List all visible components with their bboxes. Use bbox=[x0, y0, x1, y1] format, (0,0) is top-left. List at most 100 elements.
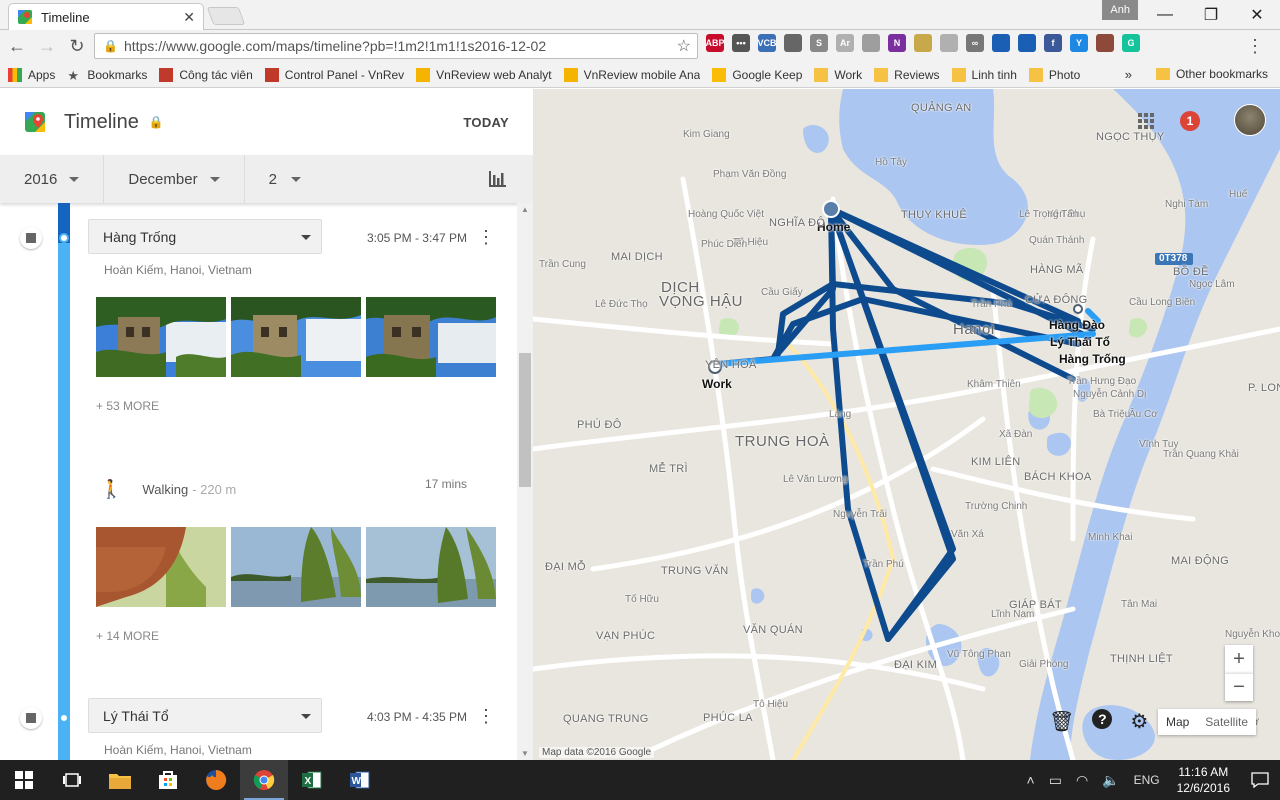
more-photos-link[interactable]: + 53 MORE bbox=[96, 399, 159, 413]
place-select-ly-thai-to[interactable]: Lý Thái Tổ bbox=[88, 698, 322, 733]
file-explorer-icon[interactable] bbox=[96, 760, 144, 800]
place-label-hang-trong[interactable]: Hàng Trống bbox=[1059, 352, 1126, 366]
map-view[interactable]: 0T378 Home Work Hàng Đào Lý Thái Tổ Hàng… bbox=[533, 89, 1280, 760]
reload-icon[interactable]: ↻ bbox=[64, 33, 90, 59]
wifi-icon[interactable]: ◠ bbox=[1069, 772, 1095, 789]
photo-thumbnail[interactable] bbox=[366, 297, 496, 377]
google-maps-logo-icon bbox=[25, 112, 45, 132]
tab-timeline[interactable]: Timeline ✕ bbox=[8, 3, 204, 30]
new-tab-button[interactable] bbox=[206, 7, 246, 25]
chrome-icon[interactable] bbox=[240, 760, 288, 800]
year-select[interactable]: 2016 bbox=[0, 155, 105, 203]
place-label-ly-thai-to[interactable]: Lý Thái Tổ bbox=[1050, 335, 1110, 349]
bookmarks-overflow-icon[interactable]: » bbox=[1125, 67, 1132, 82]
clock[interactable]: 11:16 AM 12/6/2016 bbox=[1167, 764, 1240, 796]
street-label: Vũ Tông Phan bbox=[947, 649, 1011, 660]
bookmark-item[interactable]: ★ Bookmarks bbox=[67, 68, 147, 82]
volume-icon[interactable]: 🔈 bbox=[1095, 772, 1126, 789]
bookmark-item[interactable]: Control Panel - VnRev bbox=[264, 67, 404, 82]
more-photos-link[interactable]: + 14 MORE bbox=[96, 629, 159, 643]
task-view-icon[interactable] bbox=[48, 760, 96, 800]
firefox-icon[interactable] bbox=[192, 760, 240, 800]
avatar[interactable] bbox=[1234, 104, 1266, 136]
bookmark-item[interactable]: VnReview web Analyt bbox=[416, 67, 552, 82]
settings-gear-icon[interactable]: ⚙ bbox=[1130, 709, 1148, 734]
address-bar[interactable]: 🔒 https://www.google.com/maps/timeline?p… bbox=[94, 33, 698, 59]
today-button[interactable]: TODAY bbox=[463, 115, 509, 130]
notifications-badge[interactable]: 1 bbox=[1180, 111, 1200, 131]
action-center-icon[interactable] bbox=[1240, 760, 1280, 800]
store-icon[interactable] bbox=[144, 760, 192, 800]
bookmark-item[interactable]: VnReview mobile Ana bbox=[563, 67, 700, 82]
grammarly-icon[interactable]: G bbox=[1122, 34, 1140, 52]
bookmark-icon[interactable] bbox=[1018, 34, 1036, 52]
bookmark-item[interactable]: Work bbox=[814, 67, 862, 82]
scroll-up-icon[interactable]: ▲ bbox=[521, 205, 529, 214]
month-select[interactable]: December bbox=[104, 155, 245, 203]
start-button-icon[interactable] bbox=[0, 760, 48, 800]
help-icon[interactable]: ? bbox=[1092, 709, 1113, 729]
place-select-hang-trong[interactable]: Hàng Trống bbox=[88, 219, 322, 254]
scrollbar-thumb[interactable] bbox=[519, 353, 531, 487]
tab-close-icon[interactable]: ✕ bbox=[183, 9, 195, 26]
more-options-icon[interactable]: ⋮ bbox=[477, 707, 495, 725]
close-window-icon[interactable]: ✕ bbox=[1234, 0, 1280, 30]
ball-icon[interactable] bbox=[1096, 34, 1114, 52]
y-icon[interactable]: Y bbox=[1070, 34, 1088, 52]
profile-button[interactable]: Anh bbox=[1102, 0, 1138, 20]
restore-icon[interactable]: ❐ bbox=[1188, 0, 1234, 30]
heart-icon[interactable] bbox=[940, 34, 958, 52]
panel-scrollbar[interactable]: ▲ ▼ bbox=[517, 203, 533, 760]
word-icon[interactable]: W bbox=[336, 760, 384, 800]
bookmark-item[interactable]: Google Keep bbox=[712, 67, 802, 82]
photo-thumbnail[interactable] bbox=[366, 527, 496, 607]
link-icon[interactable]: ∞ bbox=[966, 34, 984, 52]
forward-icon[interactable]: → bbox=[34, 33, 60, 59]
other-bookmarks[interactable]: Other bookmarks bbox=[1155, 67, 1268, 81]
back-icon[interactable]: ← bbox=[4, 33, 30, 59]
chevron-up-icon[interactable]: ˄ bbox=[1020, 772, 1042, 788]
picture-icon[interactable] bbox=[914, 34, 932, 52]
google-apps-icon[interactable] bbox=[1138, 113, 1154, 129]
bookmark-item[interactable]: Photo bbox=[1028, 67, 1080, 82]
more-options-icon[interactable]: ⋮ bbox=[477, 228, 495, 246]
excel-icon[interactable]: X bbox=[288, 760, 336, 800]
minimize-icon[interactable]: — bbox=[1142, 0, 1188, 30]
district-label: QUANG TRUNG bbox=[563, 713, 649, 725]
onenote-icon[interactable]: N bbox=[888, 34, 906, 52]
facebook-icon[interactable]: f bbox=[1044, 34, 1062, 52]
street-label: Huế bbox=[1229, 189, 1248, 200]
day-select[interactable]: 2 bbox=[245, 155, 325, 203]
chrome-menu-icon[interactable]: ⋮ bbox=[1242, 33, 1268, 59]
street-label: Trần Cung bbox=[539, 259, 586, 270]
language-indicator[interactable]: ENG bbox=[1127, 773, 1167, 787]
battery-icon[interactable]: ▭ bbox=[1042, 772, 1069, 789]
map-type-satellite[interactable]: Satellite bbox=[1197, 709, 1256, 735]
scroll-down-icon[interactable]: ▼ bbox=[521, 749, 529, 758]
bar-chart-icon[interactable] bbox=[487, 169, 507, 189]
dots-icon[interactable]: ••• bbox=[732, 34, 750, 52]
bookmark-item[interactable]: Linh tinh bbox=[951, 67, 1017, 82]
globe-icon[interactable] bbox=[992, 34, 1010, 52]
bookmark-item[interactable]: Apps bbox=[8, 67, 55, 82]
vcb-icon[interactable]: VCB bbox=[758, 34, 777, 52]
map-type-map[interactable]: Map bbox=[1158, 709, 1197, 735]
trash-icon[interactable]: 🗑 bbox=[1049, 709, 1074, 734]
photo-thumbnail[interactable] bbox=[231, 297, 361, 377]
s-icon[interactable]: S bbox=[810, 34, 828, 52]
puzzle-icon[interactable] bbox=[784, 34, 802, 52]
photo-thumbnail[interactable] bbox=[231, 527, 361, 607]
place-label-hang-dao[interactable]: Hàng Đào bbox=[1049, 318, 1105, 332]
zoom-in-button[interactable]: + bbox=[1225, 645, 1253, 673]
bookmark-item[interactable]: Công tác viên bbox=[159, 67, 253, 82]
cloud-icon[interactable] bbox=[862, 34, 880, 52]
street-label: Trần Phú bbox=[863, 559, 904, 570]
ar-icon[interactable]: Ar bbox=[836, 34, 854, 52]
photo-thumbnail[interactable] bbox=[96, 297, 226, 377]
zoom-out-button[interactable]: − bbox=[1225, 673, 1253, 701]
bookmark-item[interactable]: Reviews bbox=[874, 67, 940, 82]
photo-thumbnail[interactable] bbox=[96, 527, 226, 607]
bookmark-star-icon[interactable]: ☆ bbox=[677, 36, 691, 56]
place-label-work[interactable]: Work bbox=[702, 377, 732, 391]
adblock-icon[interactable]: ABP bbox=[706, 34, 725, 52]
